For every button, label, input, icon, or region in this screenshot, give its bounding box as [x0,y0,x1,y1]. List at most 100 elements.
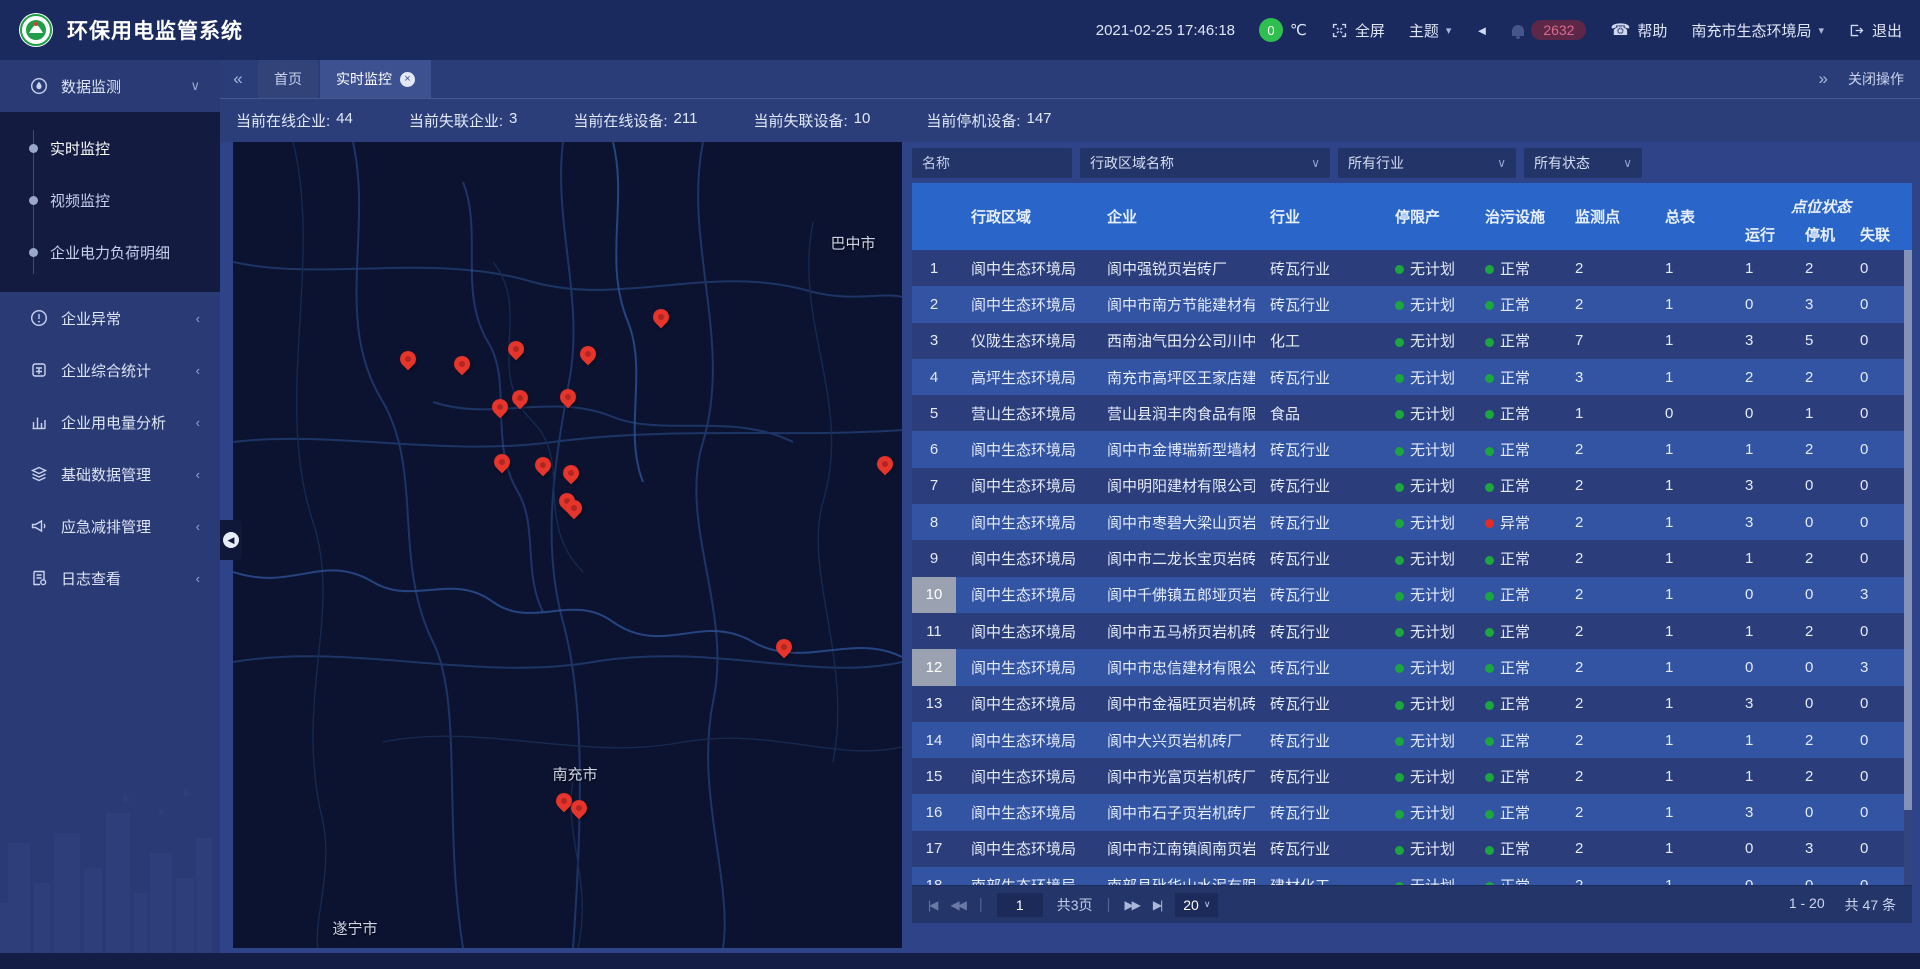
sidebar-item-base-data[interactable]: 基础数据管理 ‹ [0,448,220,500]
chevron-left-icon: ‹ [196,519,200,534]
theme-dropdown[interactable]: 主题 ▾ [1409,20,1452,41]
column-company: 企业 [1092,183,1255,250]
table-row[interactable]: 7阆中生态环境局阆中明阳建材有限公司砖瓦行业无计划正常21300 [912,468,1912,504]
table-row[interactable]: 13阆中生态环境局阆中市金福旺页岩机砖砖瓦行业无计划正常21300 [912,686,1912,722]
table-row[interactable]: 12阆中生态环境局阆中市忠信建材有限公砖瓦行业无计划正常21003 [912,649,1912,685]
sidebar-item-realtime-monitoring[interactable]: 实时监控 [0,122,220,174]
tabs-scroll-left-button[interactable]: « [220,60,256,98]
sidebar-item-emergency-reduction[interactable]: 应急减排管理 ‹ [0,500,220,552]
table-row[interactable]: 8阆中生态环境局阆中市枣碧大梁山页岩砖瓦行业无计划异常21300 [912,504,1912,540]
table-row[interactable]: 10阆中生态环境局阆中千佛镇五郎垭页岩砖瓦行业无计划正常21003 [912,577,1912,613]
stat-stopped-devices: 当前停机设备:147 [926,110,1051,131]
close-operations-button[interactable]: 关闭操作 [1848,69,1904,89]
next-page-button[interactable]: ▶▶ [1124,898,1138,912]
industry-cell: 砖瓦行业 [1255,766,1380,787]
app-logo-icon [18,12,54,48]
table-row[interactable]: 14阆中生态环境局阆中大兴页岩机砖厂砖瓦行业无计划正常21120 [912,722,1912,758]
page-size-select[interactable]: 20 ∨ [1175,893,1218,917]
tab-realtime-monitoring[interactable]: 实时监控 × [320,60,431,98]
help-button[interactable]: ☎ 帮助 [1610,20,1667,41]
logout-button[interactable]: 退出 [1848,20,1902,41]
table-row[interactable]: 16阆中生态环境局阆中市石子页岩机砖厂砖瓦行业无计划正常21300 [912,794,1912,830]
sidebar-item-video-monitoring[interactable]: 视频监控 [0,174,220,226]
industry-cell: 砖瓦行业 [1255,258,1380,279]
total-meter-cell: 1 [1650,732,1730,749]
sidebar-item-power-load-detail[interactable]: 企业电力负荷明细 [0,226,220,278]
running-cell: 1 [1730,441,1790,458]
sidebar-item-data-monitoring[interactable]: 数据监测 ∨ [0,60,220,112]
company-cell: 阆中明阳建材有限公司 [1092,475,1255,496]
chevron-down-icon: ∨ [1483,156,1506,170]
org-dropdown[interactable]: 南充市生态环境局 ▾ [1691,20,1824,41]
sidebar-item-log-view[interactable]: 日志查看 ‹ [0,552,220,604]
map-collapse-handle[interactable]: ◀ [220,520,242,560]
industry-cell: 砖瓦行业 [1255,584,1380,605]
notifications[interactable]: 2632 [1512,20,1586,40]
status-dot [1485,338,1494,347]
status-dot [1395,628,1404,637]
table-row[interactable]: 2阆中生态环境局阆中市南方节能建材有砖瓦行业无计划正常21030 [912,286,1912,322]
sidebar-item-label: 基础数据管理 [61,464,151,485]
chevron-down-icon: ▾ [1818,24,1824,37]
table-scrollbar[interactable] [1904,250,1912,885]
facility-cell: 正常 [1470,838,1560,859]
disconnected-cell: 0 [1845,477,1912,494]
row-index-cell: 16 [912,794,956,830]
table-row[interactable]: 4高坪生态环境局南充市高坪区王家店建砖瓦行业无计划正常31220 [912,359,1912,395]
range-label: 1 - 20 [1789,895,1825,915]
fullscreen-button[interactable]: 全屏 [1331,20,1385,41]
stop-limit-cell: 无计划 [1380,512,1470,533]
page-number-input[interactable] [997,893,1043,917]
table-row[interactable]: 11阆中生态环境局阆中市五马桥页岩机砖砖瓦行业无计划正常21120 [912,613,1912,649]
logout-label: 退出 [1872,20,1902,41]
right-panel: 行政区域名称 ∨ 所有行业 ∨ 所有状态 ∨ [912,142,1912,953]
row-index-cell: 3 [912,323,956,359]
stop-limit-cell: 无计划 [1380,657,1470,678]
row-index-cell: 10 [912,577,956,613]
first-page-button[interactable]: |◀ [928,898,936,912]
stop-limit-cell: 无计划 [1380,475,1470,496]
last-page-button[interactable]: ▶| [1153,898,1161,912]
prev-page-button[interactable]: ◀◀ [950,898,964,912]
region-cell: 阆中生态环境局 [956,766,1092,787]
monitor-points-cell: 2 [1560,477,1650,494]
region-filter-select[interactable]: 行政区域名称 ∨ [1080,148,1330,178]
map-panel[interactable]: 巴中市南充市遂宁市 [233,142,902,948]
status-filter-select[interactable]: 所有状态 ∨ [1524,148,1642,178]
status-dot [1395,556,1404,565]
status-dot [1485,882,1494,885]
industry-cell: 砖瓦行业 [1255,838,1380,859]
total-meter-cell: 1 [1650,768,1730,785]
table-row[interactable]: 18南部生态环境局南部县砒华山水泥有限建材化工无计划正常21000 [912,867,1912,885]
name-filter-input[interactable] [912,148,1072,178]
sidebar-item-enterprise-statistics[interactable]: 企业综合统计 ‹ [0,344,220,396]
sidebar-item-power-analysis[interactable]: 企业用电量分析 ‹ [0,396,220,448]
table-row[interactable]: 15阆中生态环境局阆中市光富页岩机砖厂砖瓦行业无计划正常21120 [912,758,1912,794]
company-cell: 阆中千佛镇五郎垭页岩 [1092,584,1255,605]
table-row[interactable]: 1阆中生态环境局阆中强锐页岩砖厂砖瓦行业无计划正常21120 [912,250,1912,286]
table-row[interactable]: 17阆中生态环境局阆中市江南镇阆南页岩砖瓦行业无计划正常21030 [912,831,1912,867]
table-row[interactable]: 6阆中生态环境局阆中市金博瑞新型墙材砖瓦行业无计划正常21120 [912,431,1912,467]
table-row[interactable]: 5营山生态环境局营山县润丰肉食品有限食品无计划正常10010 [912,395,1912,431]
tab-home[interactable]: 首页 [258,60,318,98]
chevron-down-icon: ∨ [1204,899,1211,910]
status-dot [1485,846,1494,855]
table-row[interactable]: 9阆中生态环境局阆中市二龙长宝页岩砖砖瓦行业无计划正常21120 [912,540,1912,576]
status-dot [1485,628,1494,637]
table-row[interactable]: 3仪陇生态环境局西南油气田分公司川中化工无计划正常71350 [912,323,1912,359]
disconnected-cell: 0 [1845,804,1912,821]
status-dot [1395,664,1404,673]
company-cell: 阆中市金福旺页岩机砖 [1092,693,1255,714]
mute-button[interactable]: ◄ [1475,23,1488,38]
tabs-scroll-right-button[interactable]: » [1819,69,1828,89]
temperature-circle: 0 [1259,18,1283,42]
chevron-down-icon: ∨ [1297,156,1320,170]
industry-filter-select[interactable]: 所有行业 ∨ [1338,148,1516,178]
stopped-cell: 1 [1790,405,1845,422]
scrollbar-thumb[interactable] [1904,250,1912,810]
industry-cell: 砖瓦行业 [1255,512,1380,533]
sidebar-item-enterprise-abnormal[interactable]: 企业异常 ‹ [0,292,220,344]
close-icon[interactable]: × [400,72,415,87]
company-cell: 阆中市五马桥页岩机砖 [1092,621,1255,642]
total-pages-label: 共3页 [1057,895,1093,915]
